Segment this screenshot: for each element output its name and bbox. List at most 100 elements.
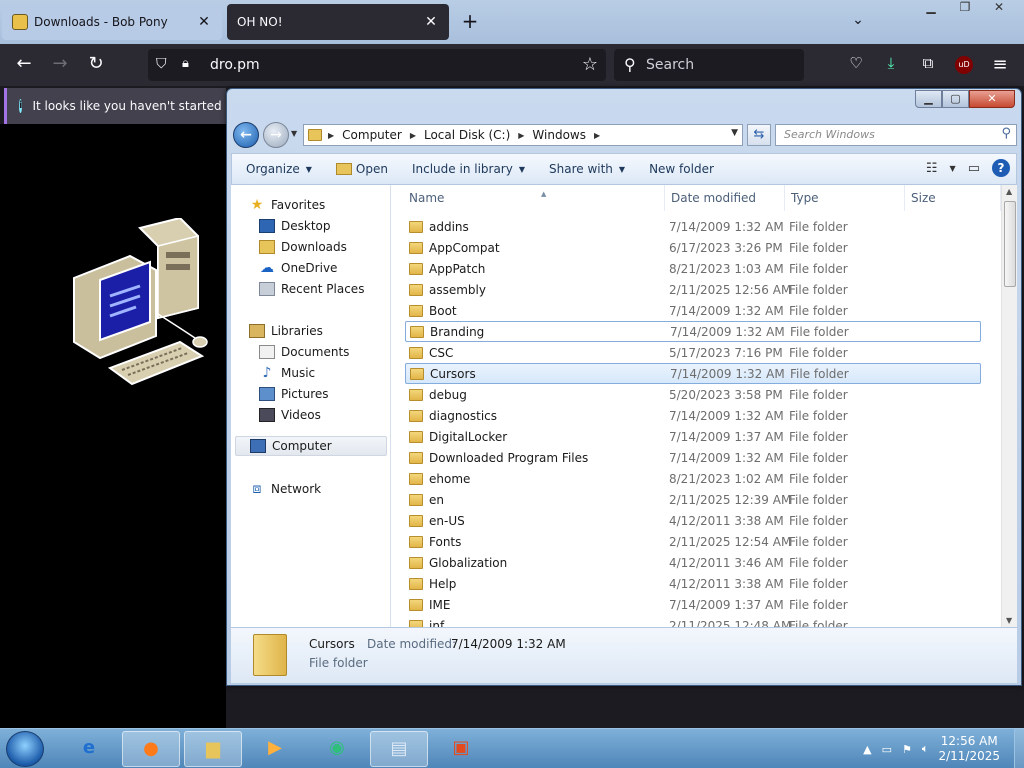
help-icon[interactable]: ? (992, 159, 1010, 177)
bookmark-star-icon[interactable]: ☆ (582, 54, 598, 75)
new-tab-button[interactable]: + (458, 10, 482, 34)
file-row[interactable]: Globalization 4/12/2011 3:46 AM File folde… (405, 552, 981, 573)
internet-explorer-icon[interactable]: e (60, 731, 118, 767)
breadcrumb-local-disk[interactable]: Local Disk (C:) (424, 128, 510, 142)
file-row[interactable]: diagnostics 7/14/2009 1:32 AM File folder (405, 405, 981, 426)
breadcrumb-arrow-icon[interactable]: ▶ (410, 131, 416, 140)
share-with-button[interactable]: Share with ▼ (549, 162, 625, 176)
address-bar[interactable]: ▶ Computer ▶ Local Disk (C:) ▶ Windows ▶… (303, 124, 743, 146)
show-desktop-button[interactable] (1014, 729, 1024, 768)
file-row[interactable]: DigitalLocker 7/14/2009 1:37 AM File folde… (405, 426, 981, 447)
column-header-type[interactable]: Type (785, 185, 905, 211)
reload-icon[interactable]: ↻ (84, 53, 108, 77)
close-window-button[interactable]: ✕ (969, 90, 1015, 108)
address-dropdown-chevron-icon[interactable]: ▼ (731, 128, 738, 138)
file-row[interactable]: Downloaded Program Files 7/14/2009 1:32 A… (405, 447, 981, 468)
scroll-down-arrow-icon[interactable]: ▼ (1006, 616, 1012, 625)
show-hidden-icons-arrow-icon[interactable]: ▲ (863, 743, 871, 756)
chat-app-icon[interactable]: ◉ (308, 731, 366, 767)
ublock-origin-icon[interactable]: uD (955, 56, 973, 74)
file-row[interactable]: CSC 5/17/2023 7:16 PM File folder (405, 342, 981, 363)
start-button-windows-logo-icon[interactable] (6, 731, 44, 767)
taskbar-clock[interactable]: 12:56 AM 2/11/2025 (938, 734, 1000, 764)
file-row[interactable]: Branding 7/14/2009 1:32 AM File folder (405, 321, 981, 342)
file-row[interactable]: Help 4/12/2011 3:38 AM File folder (405, 573, 981, 594)
network-tray-icon[interactable]: ▭ (882, 743, 892, 756)
office-icon[interactable]: ▣ (432, 731, 490, 767)
downloads-arrow-icon[interactable]: ⤓ (880, 54, 902, 76)
minimize-button[interactable]: ▁ (915, 90, 942, 108)
media-player-icon[interactable]: ▶ (246, 731, 304, 767)
include-in-library-button[interactable]: Include in library ▼ (412, 162, 525, 176)
file-row[interactable]: AppCompat 6/17/2023 3:26 PM File folder (405, 237, 981, 258)
open-button[interactable]: Open (335, 162, 388, 176)
pocket-icon[interactable]: ♡ (845, 54, 867, 76)
file-row[interactable]: en 2/11/2025 12:39 AM File folder (405, 489, 981, 510)
nav-computer[interactable]: Computer (235, 436, 387, 456)
file-row[interactable]: IME 7/14/2009 1:37 AM File folder (405, 594, 981, 615)
column-header-size[interactable]: Size (905, 185, 1001, 211)
file-row[interactable]: Boot 7/14/2009 1:32 AM File folder (405, 300, 981, 321)
menu-hamburger-icon[interactable]: ≡ (989, 54, 1011, 76)
file-row[interactable]: ehome 8/21/2023 1:02 AM File folder (405, 468, 981, 489)
control-panel-taskbar-icon[interactable]: ▤ (370, 731, 428, 767)
url-bar[interactable]: ⛉ 🔒︎ dro.pm ☆ (148, 49, 606, 81)
file-row[interactable]: debug 5/20/2023 3:58 PM File folder (405, 384, 981, 405)
tab-oh-no[interactable]: OH NO! ✕ (227, 4, 449, 40)
list-all-tabs-chevron-icon[interactable]: ⌄ (848, 12, 868, 32)
scrollbar-thumb[interactable] (1004, 201, 1016, 287)
folder-icon (409, 598, 423, 611)
file-row[interactable]: assembly 2/11/2025 12:56 AM File folder (405, 279, 981, 300)
back-arrow-icon[interactable]: ← (12, 53, 36, 77)
search-windows-input[interactable]: Search Windows ⚲ (775, 124, 1017, 146)
search-box[interactable]: ⚲ Search (614, 49, 804, 81)
forward-arrow-icon[interactable]: → (263, 122, 289, 148)
refresh-button[interactable]: ⇆ (747, 124, 771, 146)
file-row[interactable]: inf 2/11/2025 12:48 AM File folder (405, 615, 981, 627)
volume-muted-icon[interactable]: 🔈︎ (922, 742, 929, 756)
firefox-taskbar-icon[interactable]: ● (122, 731, 180, 767)
back-arrow-icon[interactable]: ← (233, 122, 259, 148)
folder-icon (410, 325, 424, 338)
nav-network[interactable]: ⧈ Network (249, 479, 409, 499)
organize-button[interactable]: Organize ▼ (246, 162, 312, 176)
breadcrumb-arrow-icon[interactable]: ▶ (594, 131, 600, 140)
forward-arrow-icon[interactable]: → (48, 53, 72, 77)
close-window-button[interactable]: ✕ (982, 0, 1016, 18)
tracking-shield-icon[interactable]: ⛉ (156, 56, 172, 74)
minimize-button[interactable]: ▁ (914, 0, 948, 18)
nav-libraries[interactable]: Libraries (249, 321, 409, 341)
recent-pages-chevron-icon[interactable]: ▼ (291, 129, 297, 138)
vertical-scrollbar[interactable]: ▲ ▼ (1001, 185, 1017, 627)
file-explorer-taskbar-icon[interactable]: ▆ (184, 731, 242, 767)
tab-downloads-bob-pony[interactable]: Downloads - Bob Pony ✕ (2, 4, 222, 40)
file-row[interactable]: Fonts 2/11/2025 12:54 AM File folder (405, 531, 981, 552)
view-options-icon[interactable]: ☷ (926, 161, 938, 176)
file-name: addins (429, 219, 469, 234)
new-folder-button[interactable]: New folder (649, 162, 714, 176)
url-text[interactable]: dro.pm (210, 57, 260, 73)
preview-pane-icon[interactable]: ▭ (968, 161, 980, 176)
breadcrumb-arrow-icon[interactable]: ▶ (328, 131, 334, 140)
site-info-lock-icon[interactable]: 🔒︎ (182, 56, 198, 74)
maximize-button[interactable]: ▢ (942, 90, 969, 108)
file-row[interactable]: Cursors 7/14/2009 1:32 AM File folder (405, 363, 981, 384)
breadcrumb-computer[interactable]: Computer (342, 128, 402, 142)
extensions-puzzle-icon[interactable]: ⧉ (917, 54, 939, 76)
search-icon[interactable]: ⚲ (1001, 126, 1011, 141)
nav-favorites[interactable]: ★ Favorites (249, 195, 409, 215)
close-tab-icon[interactable]: ✕ (196, 14, 212, 30)
breadcrumb-arrow-icon[interactable]: ▶ (518, 131, 524, 140)
breadcrumb-windows[interactable]: Windows (532, 128, 586, 142)
action-center-flag-icon[interactable]: ⚑ (902, 743, 912, 756)
file-row[interactable]: en-US 4/12/2011 3:38 AM File folder (405, 510, 981, 531)
column-header-date-modified[interactable]: Date modified (665, 185, 785, 211)
restore-button[interactable]: ❐ (948, 0, 982, 18)
column-header-name[interactable]: Name ▲ (403, 185, 665, 211)
file-row[interactable]: addins 7/14/2009 1:32 AM File folder (405, 216, 981, 237)
scroll-up-arrow-icon[interactable]: ▲ (1006, 187, 1012, 196)
close-tab-icon[interactable]: ✕ (423, 14, 439, 30)
folder-icon (409, 304, 423, 317)
file-row[interactable]: AppPatch 8/21/2023 1:03 AM File folder (405, 258, 981, 279)
view-chevron-down-icon[interactable]: ▼ (950, 164, 956, 173)
